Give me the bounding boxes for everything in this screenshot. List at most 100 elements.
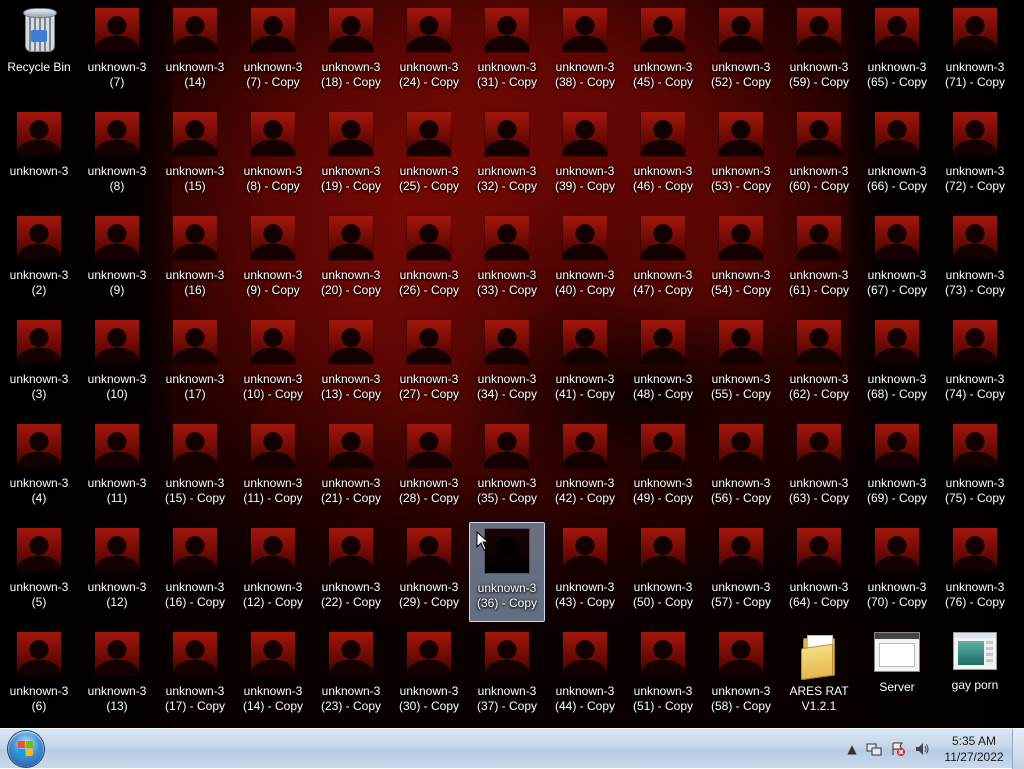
desktop-icon-image-file-item[interactable]: unknown-3 (9) - Copy (235, 210, 311, 310)
desktop-icon-image-file-item[interactable]: unknown-3 (60) - Copy (781, 106, 857, 206)
desktop-icon-image-file-item[interactable]: unknown-3 (28) - Copy (391, 418, 467, 518)
desktop-icon-image-file-item[interactable]: unknown-3 (39) - Copy (547, 106, 623, 206)
desktop-icon-image-file-item[interactable]: unknown-3 (7) - Copy (235, 2, 311, 102)
desktop-icon-image-file-item[interactable]: unknown-3 (64) - Copy (781, 522, 857, 622)
desktop-icon-image-file-item[interactable]: unknown-3 (61) - Copy (781, 210, 857, 310)
clock[interactable]: 5:35 AM 11/27/2022 (938, 733, 1010, 765)
desktop-icon-image-file-item[interactable]: unknown-3 (12) - Copy (235, 522, 311, 622)
desktop-icon-image-file-item[interactable]: unknown-3 (18) - Copy (313, 2, 389, 102)
desktop-icon-image-file-item[interactable]: unknown-3 (43) - Copy (547, 522, 623, 622)
desktop-icon-image-file-item[interactable]: unknown-3 (34) - Copy (469, 314, 545, 414)
desktop-icon-image-file-item[interactable]: unknown-3 (17) (157, 314, 233, 414)
desktop-icon-image-file-item[interactable]: unknown-3 (74) - Copy (937, 314, 1013, 414)
desktop-icon-label: unknown-3 (12) - Copy (242, 580, 304, 609)
desktop-icon-image-file-item[interactable]: unknown-3 (53) - Copy (703, 106, 779, 206)
desktop-icon-image-file-item[interactable]: unknown-3 (49) - Copy (625, 418, 701, 518)
desktop-icon-image-file-item[interactable]: unknown-3 (69) - Copy (859, 418, 935, 518)
desktop-icon-image-file-item[interactable]: unknown-3 (67) - Copy (859, 210, 935, 310)
desktop-icon-image-file-item[interactable]: unknown-3 (62) - Copy (781, 314, 857, 414)
desktop-icon-image-file-item[interactable]: unknown-3 (71) - Copy (937, 2, 1013, 102)
desktop-icon-image-file-item[interactable]: unknown-3 (29) - Copy (391, 522, 467, 622)
desktop-icon-image-file-item[interactable]: unknown-3 (16) - Copy (157, 522, 233, 622)
desktop-icon-image-file-item[interactable]: unknown-3 (27) - Copy (391, 314, 467, 414)
desktop-icon-image-file-item[interactable]: unknown-3 (8) (79, 106, 155, 206)
desktop-icon-image-file-item[interactable]: unknown-3 (70) - Copy (859, 522, 935, 622)
desktop-icon-image-file-item[interactable]: unknown-3 (5) (1, 522, 77, 622)
desktop-icon-image-file-item[interactable]: unknown-3 (10) - Copy (235, 314, 311, 414)
desktop-icon-image-file-item[interactable]: unknown-3 (66) - Copy (859, 106, 935, 206)
desktop-icon-image-file-item[interactable]: unknown-3 (31) - Copy (469, 2, 545, 102)
desktop-icon-image-file-item[interactable]: unknown-3 (13) (79, 626, 155, 726)
desktop-icon-image-file-item[interactable]: unknown-3 (63) - Copy (781, 418, 857, 518)
desktop-icon-image-file-item[interactable]: unknown-3 (13) - Copy (313, 314, 389, 414)
desktop-icon-image-file-item[interactable]: unknown-3 (51) - Copy (625, 626, 701, 726)
desktop-icon-image-file-item[interactable]: unknown-3 (8) - Copy (235, 106, 311, 206)
desktop-icon-image-file-item[interactable]: unknown-3 (11) (79, 418, 155, 518)
desktop-icon-image-file-item[interactable]: unknown-3 (4) (1, 418, 77, 518)
desktop-icon-image-file-item[interactable]: unknown-3 (11) - Copy (235, 418, 311, 518)
desktop-icon-image-file-item[interactable]: unknown-3 (56) - Copy (703, 418, 779, 518)
desktop-icon-image-file-item[interactable]: unknown-3 (35) - Copy (469, 418, 545, 518)
desktop-icon-image-file-item[interactable]: unknown-3 (76) - Copy (937, 522, 1013, 622)
desktop-icon-image-file-item[interactable]: unknown-3 (9) (79, 210, 155, 310)
desktop-icon-folder-item[interactable]: ARES RAT V1.2.1 (781, 626, 857, 726)
desktop-icon-image-file-item[interactable]: unknown-3 (58) - Copy (703, 626, 779, 726)
desktop-icon-image-file-item[interactable]: unknown-3 (37) - Copy (469, 626, 545, 726)
desktop-icon-image-file-item[interactable]: unknown-3 (3) (1, 314, 77, 414)
desktop-icon-image-file-item[interactable]: unknown-3 (59) - Copy (781, 2, 857, 102)
desktop-icon-image-file-item[interactable]: unknown-3 (24) - Copy (391, 2, 467, 102)
desktop-icon-image-file-item[interactable]: unknown-3 (68) - Copy (859, 314, 935, 414)
desktop-icon-image-file-item[interactable]: unknown-3 (40) - Copy (547, 210, 623, 310)
desktop-icon-image-file-item[interactable]: unknown-3 (12) (79, 522, 155, 622)
desktop-icon-image-file-item[interactable]: unknown-3 (30) - Copy (391, 626, 467, 726)
desktop-icon-image-file-item[interactable]: unknown-3 (38) - Copy (547, 2, 623, 102)
desktop-icon-image-file-item[interactable]: unknown-3 (41) - Copy (547, 314, 623, 414)
desktop-icon-image-file-item[interactable]: unknown-3 (21) - Copy (313, 418, 389, 518)
desktop-icon-image-file-item[interactable]: unknown-3 (50) - Copy (625, 522, 701, 622)
desktop-icon-image-file-item[interactable]: unknown-3 (46) - Copy (625, 106, 701, 206)
desktop-icon-image-file-item[interactable]: unknown-3 (42) - Copy (547, 418, 623, 518)
desktop-icon-image-file-item[interactable]: unknown-3 (14) - Copy (235, 626, 311, 726)
desktop-icon-image-file-item[interactable]: unknown-3 (20) - Copy (313, 210, 389, 310)
desktop-icon-image-file-item[interactable]: unknown-3 (7) (79, 2, 155, 102)
show-hidden-icon[interactable]: ▲ (844, 741, 860, 757)
desktop-icon-image-file-item[interactable]: unknown-3 (14) (157, 2, 233, 102)
desktop-icon-image-file-item[interactable]: unknown-3 (33) - Copy (469, 210, 545, 310)
desktop-icon-image-file-item[interactable]: unknown-3 (73) - Copy (937, 210, 1013, 310)
desktop-icon-program-item[interactable]: Server (859, 626, 935, 726)
desktop-icon-image-file-item[interactable]: unknown-3 (32) - Copy (469, 106, 545, 206)
desktop-icon-image-file-item[interactable]: unknown-3 (52) - Copy (703, 2, 779, 102)
desktop-icon-image-file-item[interactable]: unknown-3 (16) (157, 210, 233, 310)
desktop-icon-image-file-item[interactable]: unknown-3 (15) - Copy (157, 418, 233, 518)
desktop-icon-image-file-item[interactable]: unknown-3 (47) - Copy (625, 210, 701, 310)
desktop-icon-recycle-bin[interactable]: Recycle Bin (1, 2, 77, 102)
action-center-icon[interactable] (890, 741, 906, 757)
desktop-icon-image-file-item[interactable]: unknown-3 (10) (79, 314, 155, 414)
start-button[interactable] (8, 731, 44, 767)
desktop-icon-image-file-item[interactable]: unknown-3 (26) - Copy (391, 210, 467, 310)
desktop-icon-image-file-item[interactable]: unknown-3 (19) - Copy (313, 106, 389, 206)
desktop[interactable]: Recycle Bin unknown-3 (7) unknown-3 (14) un… (0, 0, 1024, 728)
desktop-icon-image-file-item[interactable]: unknown-3 (65) - Copy (859, 2, 935, 102)
desktop-icon-image-file-item[interactable]: unknown-3 (15) (157, 106, 233, 206)
desktop-icon-image-file-item[interactable]: unknown-3 (75) - Copy (937, 418, 1013, 518)
image-thumbnail-icon (17, 320, 61, 364)
desktop-icon-image-file-item[interactable]: unknown-3 (55) - Copy (703, 314, 779, 414)
volume-icon[interactable] (914, 741, 930, 757)
desktop-icon-image-file-item[interactable]: unknown-3 (72) - Copy (937, 106, 1013, 206)
desktop-icon-image-file-item[interactable]: unknown-3 (6) (1, 626, 77, 726)
desktop-icon-image-file-item[interactable]: unknown-3 (25) - Copy (391, 106, 467, 206)
desktop-icon-image-file-item[interactable]: unknown-3 (2) (1, 210, 77, 310)
desktop-icon-image-file-item[interactable]: unknown-3 (17) - Copy (157, 626, 233, 726)
desktop-icon-image-file-item[interactable]: unknown-3 (22) - Copy (313, 522, 389, 622)
desktop-icon-image-file-item[interactable]: unknown-3 (44) - Copy (547, 626, 623, 726)
desktop-icon-image-file-item[interactable]: unknown-3 (57) - Copy (703, 522, 779, 622)
desktop-icon-image-file-item[interactable]: gay porn (937, 626, 1013, 726)
desktop-icon-image-file-item[interactable]: unknown-3 (54) - Copy (703, 210, 779, 310)
desktop-icon-image-file-item[interactable]: unknown-3 (23) - Copy (313, 626, 389, 726)
network-icon[interactable] (866, 741, 882, 757)
desktop-icon-image-file-item[interactable]: unknown-3 (45) - Copy (625, 2, 701, 102)
desktop-icon-image-file-item[interactable]: unknown-3 (1, 106, 77, 206)
show-desktop-button[interactable] (1012, 729, 1024, 769)
desktop-icon-image-file-item[interactable]: unknown-3 (48) - Copy (625, 314, 701, 414)
